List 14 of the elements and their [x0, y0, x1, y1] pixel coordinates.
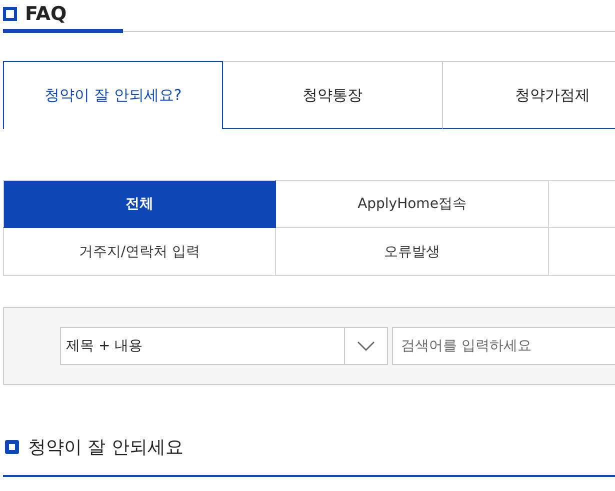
square-bullet-icon: [3, 7, 17, 21]
tab[interactable]: 청약가점제: [443, 61, 615, 129]
section-title: 청약이 잘 안되세요: [28, 436, 184, 459]
tab[interactable]: 청약통장: [223, 61, 443, 129]
scope-dropdown[interactable]: 제목 + 내용: [60, 327, 388, 365]
category-button[interactable]: ApplyHome접속: [276, 180, 549, 228]
category-button[interactable]: 전체: [3, 180, 276, 228]
category-button[interactable]: 오류발생: [276, 228, 549, 276]
square-bullet-icon: [5, 440, 19, 454]
search-field[interactable]: 검색어를 입력하세요: [392, 327, 615, 365]
page-title: FAQ: [25, 3, 67, 25]
tab[interactable]: 청약이 잘 안되세요?: [3, 61, 223, 129]
category-button[interactable]: 거주지/연락처 입력: [3, 228, 276, 276]
chevron-down-icon: [357, 341, 375, 351]
